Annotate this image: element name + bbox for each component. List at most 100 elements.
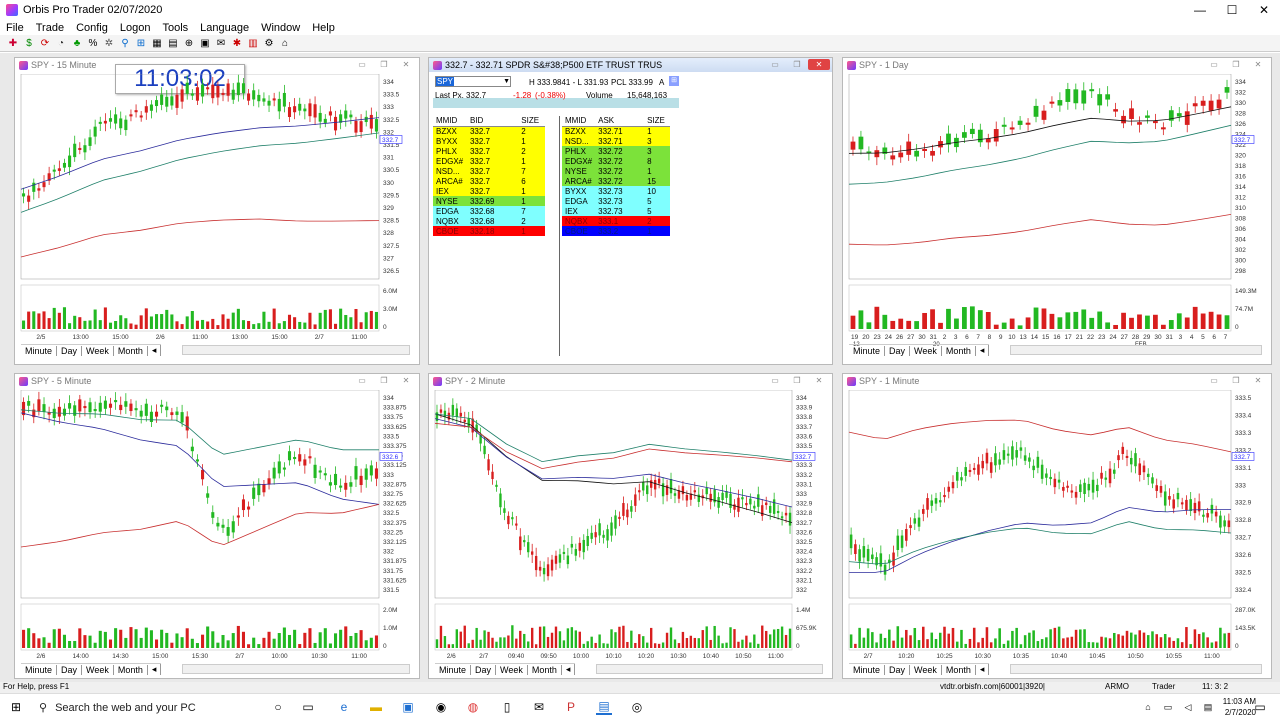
search-icon[interactable]: ⚲ [118,36,132,50]
horizontal-scrollbar[interactable] [182,664,410,674]
column-header[interactable]: SIZE [518,116,545,127]
window-close-button[interactable]: ✕ [1247,375,1269,386]
table-row[interactable]: PHLX 332.7 2 [433,146,545,156]
menu-file[interactable]: File [0,22,30,34]
window-minimize-button[interactable]: ▭ [1203,375,1225,386]
mail-icon[interactable]: ✉ [214,36,228,50]
minimize-button[interactable]: — [1184,0,1216,20]
horizontal-scrollbar[interactable] [182,345,410,355]
tab-month[interactable]: Month [528,664,562,675]
bid-table[interactable]: MMID BID SIZE BZXX 332.7 2 BYXX 332.7 1 PHLX 332.7… [433,116,545,236]
store-icon[interactable]: ▣ [400,699,416,715]
window-close-button[interactable]: ✕ [808,59,830,70]
column-header[interactable]: ASK [595,116,645,127]
tab-month[interactable]: Month [942,345,976,356]
table-row[interactable]: EDGX# 332.72 8 [562,156,670,166]
tab-minute[interactable]: Minute [435,664,472,675]
scroll-left-icon[interactable]: ◂ [976,664,990,675]
compass-icon[interactable]: ◎ [629,699,645,715]
tab-day[interactable]: Day [57,664,83,675]
clock-icon[interactable]: ◔ [54,36,68,50]
table-row[interactable]: BYXX 332.73 10 [562,186,670,196]
window-restore-button[interactable]: ❐ [1225,59,1247,70]
keyboard-icon[interactable]: ▤ [1200,699,1216,715]
chart-area[interactable]: 334 333.5 333 332.5 332 331.5 331 330.5 330 329.5… [17,74,417,356]
tab-month[interactable]: Month [942,664,976,675]
menu-language[interactable]: Language [194,22,255,34]
mail-icon[interactable]: ✉ [531,699,547,715]
home-icon[interactable]: ⌂ [278,36,292,50]
window-minimize-button[interactable]: ▭ [764,375,786,386]
window-close-button[interactable]: ✕ [808,375,830,386]
watchlist-icon[interactable]: ▣ [198,36,212,50]
tools-icon[interactable]: ✱ [230,36,244,50]
table-row[interactable]: ARCA# 332.72 15 [562,176,670,186]
network-icon[interactable]: ▭ [1160,699,1176,715]
orbis-trader-taskbar-icon[interactable]: ▤ [596,699,612,715]
gear-icon[interactable]: ⚙ [262,36,276,50]
chart-area[interactable]: 333.5 333.4 333.3 333.2 333.1 333 332.9 332.8 33… [845,390,1269,675]
maximize-button[interactable]: ☐ [1216,0,1248,20]
scroll-left-icon[interactable]: ◂ [148,664,162,675]
table-row[interactable]: BZXX 332.7 2 [433,126,545,136]
horizontal-scrollbar[interactable] [1010,345,1262,355]
account-icon[interactable]: ▥ [246,36,260,50]
tab-week[interactable]: Week [910,664,942,675]
tab-week[interactable]: Week [910,345,942,356]
window-minimize-button[interactable]: ▭ [351,375,373,386]
tree-icon[interactable]: ♣ [70,36,84,50]
close-button[interactable]: ✕ [1248,0,1280,20]
window-restore-button[interactable]: ❐ [373,59,395,70]
column-header[interactable]: MMID [433,116,467,127]
tab-month[interactable]: Month [114,664,148,675]
window-minimize-button[interactable]: ▭ [1203,59,1225,70]
menu-tools[interactable]: Tools [156,22,194,34]
level2-icon[interactable]: ▤ [166,36,180,50]
menu-window[interactable]: Window [255,22,306,34]
tab-day[interactable]: Day [471,664,497,675]
chart-area[interactable]: 334333.9333.8333.7333.6333.5333.4333.333… [431,390,830,675]
table-row[interactable]: EDGX# 332.7 1 [433,156,545,166]
scroll-left-icon[interactable]: ◂ [148,345,162,356]
table-row[interactable]: EDGA 332.73 5 [562,196,670,206]
settings-icon[interactable]: ✲ [102,36,116,50]
table-row[interactable]: CBOE 333.2 1 [562,226,670,236]
table-row[interactable]: NQBX 333.1 2 [562,216,670,226]
refresh-icon[interactable]: ⟳ [38,36,52,50]
tab-day[interactable]: Day [885,345,911,356]
task-view-icon[interactable]: ▭ [300,699,316,715]
chart-area[interactable]: 334 332 330 328 326 324 322 320 318 316 314 312 310 3… [845,74,1269,356]
symbol-input[interactable]: SPY ▼ [435,76,511,87]
table-row[interactable]: NYSE 332.69 1 [433,196,545,206]
table-row[interactable]: EDGA 332.68 7 [433,206,545,216]
windows-start-icon[interactable]: ⊞ [8,699,24,715]
column-header[interactable]: BID [466,116,519,127]
table-row[interactable]: NSD... 332.71 3 [562,136,670,146]
horizontal-scrollbar[interactable] [1010,664,1262,674]
chart-icon[interactable]: ▦ [150,36,164,50]
menu-help[interactable]: Help [306,22,341,34]
powerpoint-icon[interactable]: P [563,699,579,715]
file-explorer-icon[interactable]: ▬ [368,699,384,715]
tab-week[interactable]: Week [496,664,528,675]
table-row[interactable]: PHLX 332.72 3 [562,146,670,156]
ask-table[interactable]: MMID ASK SIZE BZXX 332.71 1 NSD... 332.71 3 PHLX 3… [562,116,670,236]
tab-month[interactable]: Month [114,345,148,356]
order-icon[interactable]: ✚ [6,36,20,50]
volume-icon[interactable]: ◁ [1180,699,1196,715]
table-row[interactable]: CBOE 332.18 1 [433,226,545,236]
window-restore-button[interactable]: ❐ [786,59,808,70]
table-row[interactable]: NQBX 332.68 2 [433,216,545,226]
window-minimize-button[interactable]: ▭ [764,59,786,70]
window-close-button[interactable]: ✕ [395,375,417,386]
edge-icon[interactable]: e [336,699,352,715]
window-close-button[interactable]: ✕ [1247,59,1269,70]
scroll-left-icon[interactable]: ◂ [562,664,576,675]
table-row[interactable]: BYXX 332.7 1 [433,136,545,146]
menu-config[interactable]: Config [70,22,114,34]
table-row[interactable]: ARCA# 332.7 6 [433,176,545,186]
tab-week[interactable]: Week [82,345,114,356]
people-icon[interactable]: ⌂ [1140,699,1156,715]
table-row[interactable]: NYSE 332.72 1 [562,166,670,176]
menu-logon[interactable]: Logon [114,22,157,34]
